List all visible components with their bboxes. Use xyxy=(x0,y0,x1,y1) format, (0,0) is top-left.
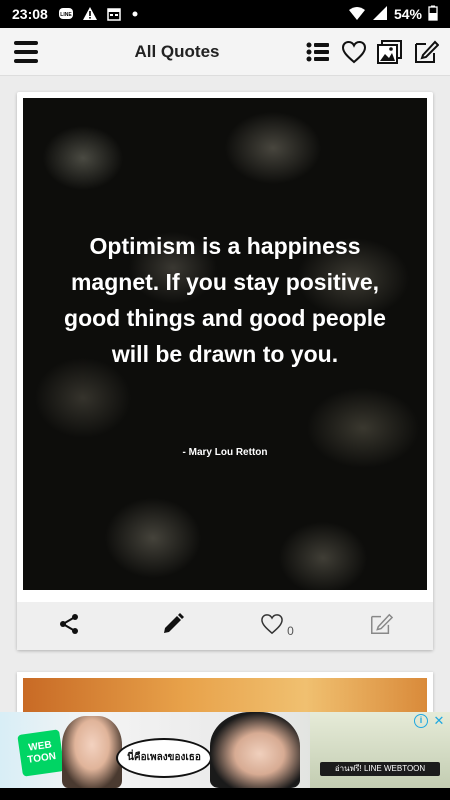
battery-icon xyxy=(428,5,438,24)
edit-icon xyxy=(161,612,185,641)
ad-banner[interactable]: WEB TOON นี่คือเพลงของเธอ อ่านฟรี! LINE … xyxy=(0,712,450,788)
next-quote-card xyxy=(17,672,433,712)
gallery-icon[interactable] xyxy=(376,38,404,66)
ad-speech-bubble: นี่คือเพลงของเธอ xyxy=(116,738,212,778)
quote-text: Optimism is a happiness magnet. If you s… xyxy=(64,233,386,367)
svg-text:LINE: LINE xyxy=(60,12,72,18)
page-title: All Quotes xyxy=(134,41,220,61)
status-time: 23:08 xyxy=(12,6,48,22)
heart-icon[interactable] xyxy=(340,38,368,66)
ad-panel xyxy=(310,712,450,788)
edit-button[interactable] xyxy=(121,612,225,641)
quote-author: - Mary Lou Retton xyxy=(182,447,268,458)
like-button[interactable]: 0 xyxy=(225,613,329,640)
next-quote-image[interactable] xyxy=(23,678,427,712)
compose-icon[interactable] xyxy=(412,38,440,66)
warning-icon xyxy=(82,6,98,22)
like-count: 0 xyxy=(287,624,294,638)
webtoon-logo: WEB TOON xyxy=(17,729,65,777)
quote-card: Optimism is a happiness magnet. If you s… xyxy=(17,92,433,650)
share-button[interactable] xyxy=(17,612,121,641)
app-toolbar: All Quotes xyxy=(0,28,450,76)
list-icon[interactable] xyxy=(304,38,332,66)
compose-button[interactable] xyxy=(329,612,433,641)
ad-caption: อ่านฟรี! LINE WEBTOON xyxy=(320,762,440,776)
line-icon: LINE xyxy=(58,6,74,22)
heart-icon xyxy=(260,613,284,640)
share-icon xyxy=(57,612,81,641)
ad-character-image xyxy=(210,712,300,788)
ad-info-icon[interactable]: i xyxy=(414,714,428,728)
wifi-icon xyxy=(348,5,366,24)
quote-image[interactable]: Optimism is a happiness magnet. If you s… xyxy=(23,98,427,590)
ad-character-image xyxy=(62,716,122,788)
dot-icon xyxy=(130,9,140,19)
calendar-icon xyxy=(106,6,122,22)
battery-percent: 54% xyxy=(393,6,422,22)
system-nav-bar xyxy=(0,788,450,800)
ad-close-icon[interactable]: ✕ xyxy=(432,714,446,728)
status-bar: 23:08 LINE 54% xyxy=(0,0,450,28)
signal-icon xyxy=(372,5,388,24)
card-action-bar: 0 xyxy=(17,602,433,650)
compose-icon xyxy=(369,612,394,641)
